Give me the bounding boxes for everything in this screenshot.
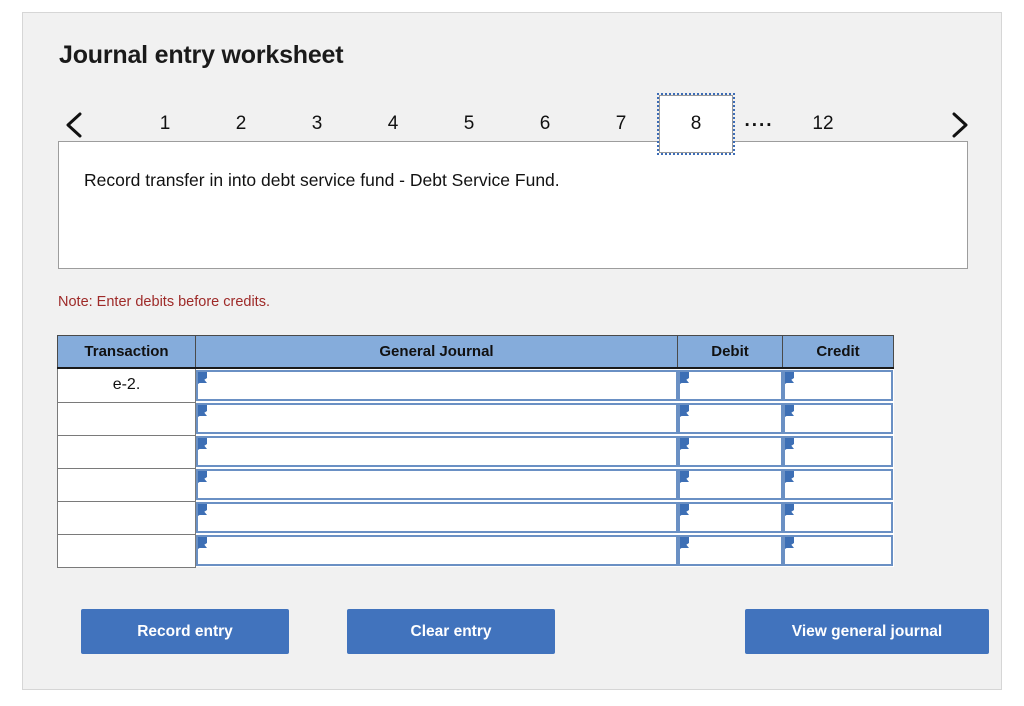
credit-cell[interactable] (782, 368, 894, 402)
dropdown-triangle-icon (198, 537, 207, 549)
debit-input[interactable] (677, 535, 783, 566)
general-journal-cell[interactable] (195, 402, 678, 435)
column-header-general-journal: General Journal (195, 335, 678, 369)
dropdown-triangle-icon (784, 471, 794, 483)
column-header-credit: Credit (782, 335, 894, 369)
debit-cell[interactable] (677, 501, 783, 534)
transaction-cell (57, 501, 196, 535)
dropdown-triangle-icon (679, 372, 689, 384)
debit-cell[interactable] (677, 402, 783, 435)
table-row: e-2. (57, 368, 894, 403)
dropdown-triangle-icon (198, 405, 207, 417)
general-journal-input[interactable] (196, 469, 678, 500)
transaction-cell (57, 534, 196, 568)
column-header-debit: Debit (677, 335, 783, 369)
dropdown-triangle-icon (679, 405, 689, 417)
credit-cell[interactable] (782, 501, 894, 534)
dropdown-triangle-icon (198, 504, 207, 516)
table-row (57, 435, 894, 469)
general-journal-input[interactable] (196, 535, 678, 566)
dropdown-triangle-icon (784, 372, 794, 384)
debit-input[interactable] (677, 370, 783, 401)
credit-input[interactable] (782, 436, 893, 467)
debit-input[interactable] (677, 403, 783, 434)
general-journal-input[interactable] (196, 502, 678, 533)
dropdown-triangle-icon (784, 504, 794, 516)
general-journal-cell[interactable] (195, 368, 678, 402)
dropdown-triangle-icon (679, 471, 689, 483)
general-journal-input[interactable] (196, 370, 678, 401)
chevron-right-icon (948, 110, 972, 140)
debit-cell[interactable] (677, 368, 783, 402)
table-row (57, 501, 894, 535)
general-journal-cell[interactable] (195, 534, 678, 567)
general-journal-cell[interactable] (195, 435, 678, 468)
dropdown-triangle-icon (198, 438, 207, 450)
credit-cell[interactable] (782, 435, 894, 468)
debit-cell[interactable] (677, 468, 783, 501)
pagination-page-8-selected[interactable]: 8 (657, 93, 735, 155)
transaction-cell (57, 435, 196, 469)
credit-input[interactable] (782, 370, 893, 401)
debit-cell[interactable] (677, 534, 783, 567)
page-title: Journal entry worksheet (59, 41, 344, 69)
debit-input[interactable] (677, 469, 783, 500)
credit-input[interactable] (782, 502, 893, 533)
clear-entry-button[interactable]: Clear entry (347, 609, 555, 654)
general-journal-cell[interactable] (195, 468, 678, 501)
dropdown-triangle-icon (679, 504, 689, 516)
table-row (57, 468, 894, 502)
general-journal-cell[interactable] (195, 501, 678, 534)
credit-cell[interactable] (782, 534, 894, 567)
credit-input[interactable] (782, 469, 893, 500)
dropdown-triangle-icon (679, 438, 689, 450)
screen-root: Journal entry worksheet 1 2 3 4 5 6 7 8 … (0, 0, 1024, 706)
dropdown-triangle-icon (198, 471, 207, 483)
worksheet-panel: Journal entry worksheet 1 2 3 4 5 6 7 8 … (22, 12, 1002, 690)
table-row (57, 534, 894, 568)
table-header-row: Transaction General Journal Debit Credit (57, 335, 894, 369)
dropdown-triangle-icon (784, 405, 794, 417)
debit-input[interactable] (677, 502, 783, 533)
transaction-cell: e-2. (57, 368, 196, 403)
view-general-journal-button[interactable]: View general journal (745, 609, 989, 654)
record-entry-button[interactable]: Record entry (81, 609, 289, 654)
instruction-box: Record transfer in into debt service fun… (58, 141, 968, 269)
transaction-cell (57, 468, 196, 502)
column-header-transaction: Transaction (57, 335, 196, 369)
dropdown-triangle-icon (784, 537, 794, 549)
chevron-left-icon (62, 110, 86, 140)
dropdown-triangle-icon (784, 438, 794, 450)
table-row (57, 402, 894, 436)
dropdown-triangle-icon (679, 537, 689, 549)
debit-input[interactable] (677, 436, 783, 467)
note-text: Note: Enter debits before credits. (58, 294, 270, 310)
transaction-cell (57, 402, 196, 436)
instruction-text: Record transfer in into debt service fun… (84, 170, 560, 190)
credit-input[interactable] (782, 535, 893, 566)
general-journal-input[interactable] (196, 403, 678, 434)
journal-entry-table: Transaction General Journal Debit Credit… (57, 335, 894, 568)
credit-cell[interactable] (782, 468, 894, 501)
debit-cell[interactable] (677, 435, 783, 468)
credit-input[interactable] (782, 403, 893, 434)
credit-cell[interactable] (782, 402, 894, 435)
general-journal-input[interactable] (196, 436, 678, 467)
action-button-row: Record entry Clear entry View general jo… (57, 609, 989, 655)
dropdown-triangle-icon (198, 372, 207, 384)
